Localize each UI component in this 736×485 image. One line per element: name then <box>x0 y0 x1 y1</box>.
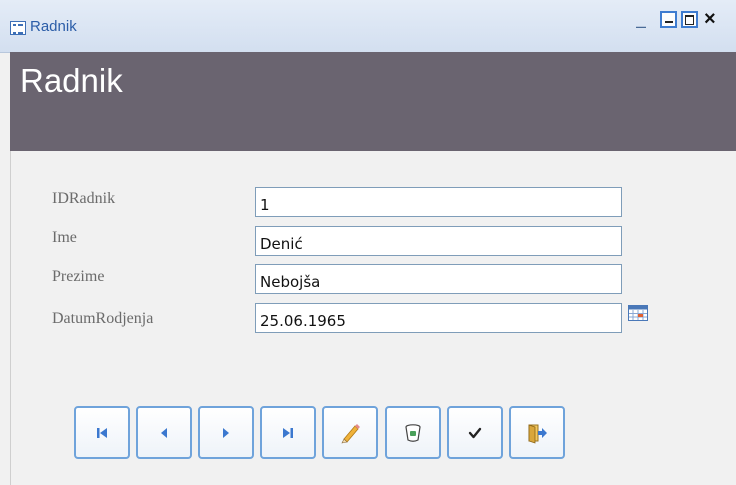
calendar-icon[interactable] <box>628 305 648 321</box>
first-record-icon <box>97 427 107 438</box>
label-prezime: Prezime <box>52 268 105 285</box>
delete-bin-icon <box>405 423 421 442</box>
label-idradnik: IDRadnik <box>52 190 116 207</box>
window-titlebar: Radnik – × <box>0 0 736 53</box>
minimize-button[interactable] <box>660 11 677 28</box>
exit-form-button[interactable] <box>509 406 565 459</box>
close-button[interactable]: × <box>704 8 716 31</box>
ime-field[interactable] <box>255 226 622 256</box>
next-record-button[interactable] <box>198 406 254 459</box>
label-datumrodjenja: DatumRodjenja <box>52 310 154 327</box>
previous-record-icon <box>161 427 167 438</box>
form-header: Radnik <box>10 52 736 151</box>
save-check-icon <box>468 427 482 438</box>
first-record-button[interactable] <box>74 406 130 459</box>
prezime-field[interactable] <box>255 264 622 294</box>
exit-door-icon <box>528 423 547 444</box>
form-border <box>10 151 11 485</box>
save-record-button[interactable] <box>447 406 503 459</box>
idradnik-field[interactable] <box>255 187 622 217</box>
edit-pencil-icon <box>341 423 360 443</box>
datumrodjenja-field[interactable] <box>255 303 622 333</box>
label-ime: Ime <box>52 229 77 246</box>
delete-record-button[interactable] <box>385 406 441 459</box>
last-record-icon <box>283 427 293 438</box>
maximize-button[interactable] <box>681 11 698 28</box>
edit-record-button[interactable] <box>322 406 378 459</box>
collapse-dash[interactable]: – <box>636 16 646 37</box>
window-title: Radnik <box>30 18 77 35</box>
next-record-icon <box>223 427 229 438</box>
last-record-button[interactable] <box>260 406 316 459</box>
page-title: Radnik <box>20 62 123 99</box>
previous-record-button[interactable] <box>136 406 192 459</box>
form-icon <box>10 21 26 35</box>
